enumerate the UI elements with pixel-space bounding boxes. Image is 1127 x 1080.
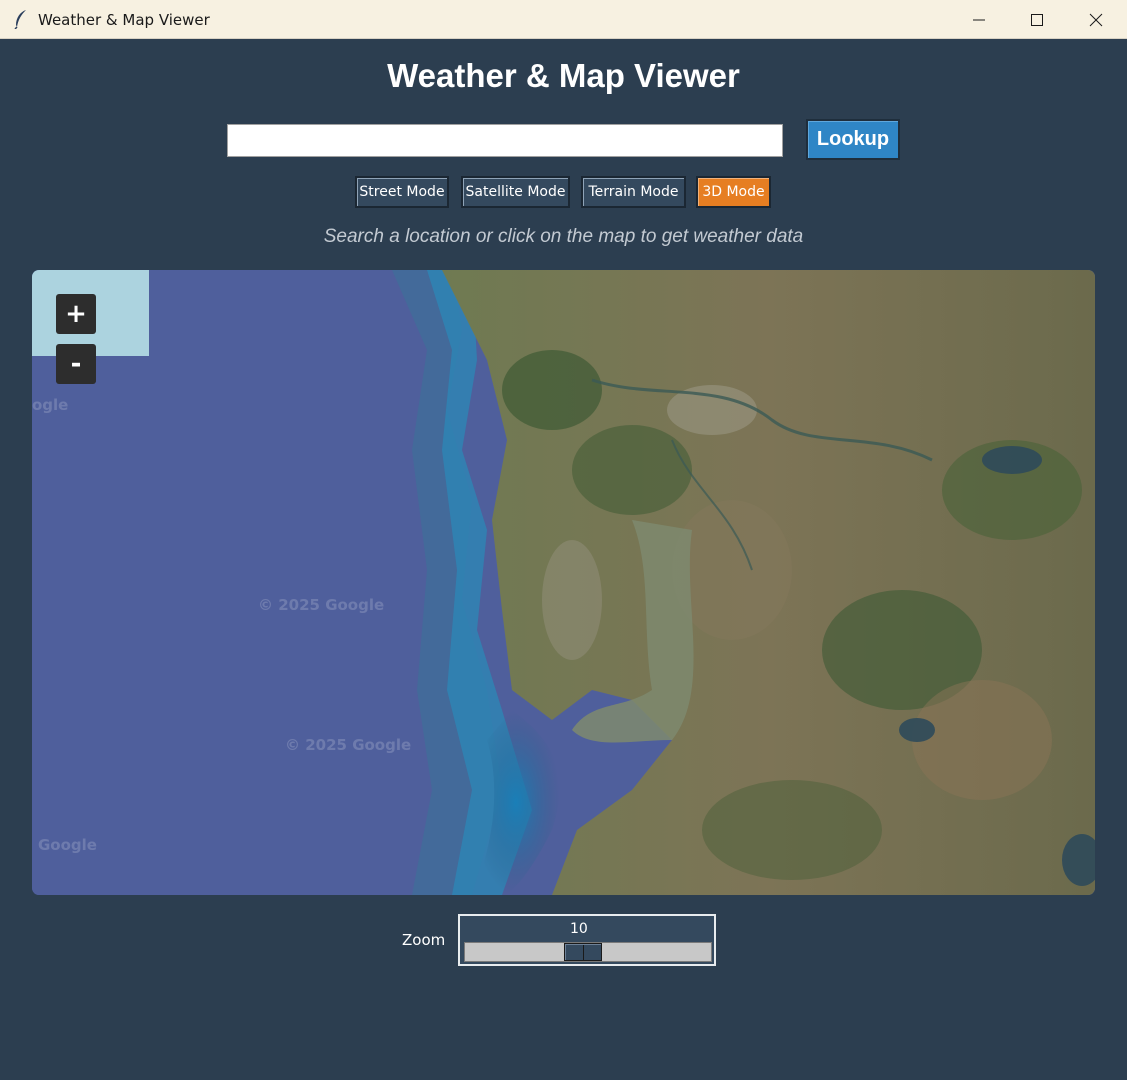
- zoom-slider-thumb[interactable]: [564, 943, 602, 961]
- close-icon: [1089, 13, 1103, 26]
- map-watermark: Google: [38, 836, 97, 854]
- instruction-hint: Search a location or click on the map to…: [323, 226, 804, 247]
- map-watermark: © 2025 Google: [285, 736, 412, 754]
- satellite-imagery: [32, 270, 1095, 895]
- app-body: Weather & Map Viewer Lookup Street Mode …: [0, 40, 1127, 1080]
- lookup-button[interactable]: Lookup: [806, 119, 900, 160]
- zoom-value: 10: [570, 921, 588, 937]
- maximize-button[interactable]: [1008, 0, 1066, 39]
- minimize-icon: [973, 19, 985, 20]
- map-watermark: ogle: [32, 396, 69, 414]
- terrain-mode-button[interactable]: Terrain Mode: [581, 176, 686, 208]
- map-zoom-out-button[interactable]: -: [56, 344, 96, 384]
- street-mode-button[interactable]: Street Mode: [355, 176, 449, 208]
- window-title: Weather & Map Viewer: [38, 11, 210, 29]
- close-button[interactable]: [1067, 0, 1125, 39]
- zoom-slider-track[interactable]: [464, 942, 712, 962]
- zoom-label: Zoom: [402, 931, 446, 949]
- map-watermark: © 2025 Google: [258, 596, 385, 614]
- location-search-input[interactable]: [227, 124, 783, 157]
- feather-icon: [12, 9, 30, 30]
- zoom-slider[interactable]: 10: [458, 914, 716, 966]
- map-view[interactable]: ogle © 2025 Google © 2025 Google Google …: [32, 270, 1095, 895]
- minimize-button[interactable]: [950, 0, 1008, 39]
- 3d-mode-button[interactable]: 3D Mode: [696, 176, 771, 208]
- maximize-icon: [1031, 13, 1043, 26]
- window-titlebar: Weather & Map Viewer: [0, 0, 1127, 39]
- satellite-mode-button[interactable]: Satellite Mode: [461, 176, 570, 208]
- page-title: Weather & Map Viewer: [387, 57, 740, 94]
- map-zoom-in-button[interactable]: +: [56, 294, 96, 334]
